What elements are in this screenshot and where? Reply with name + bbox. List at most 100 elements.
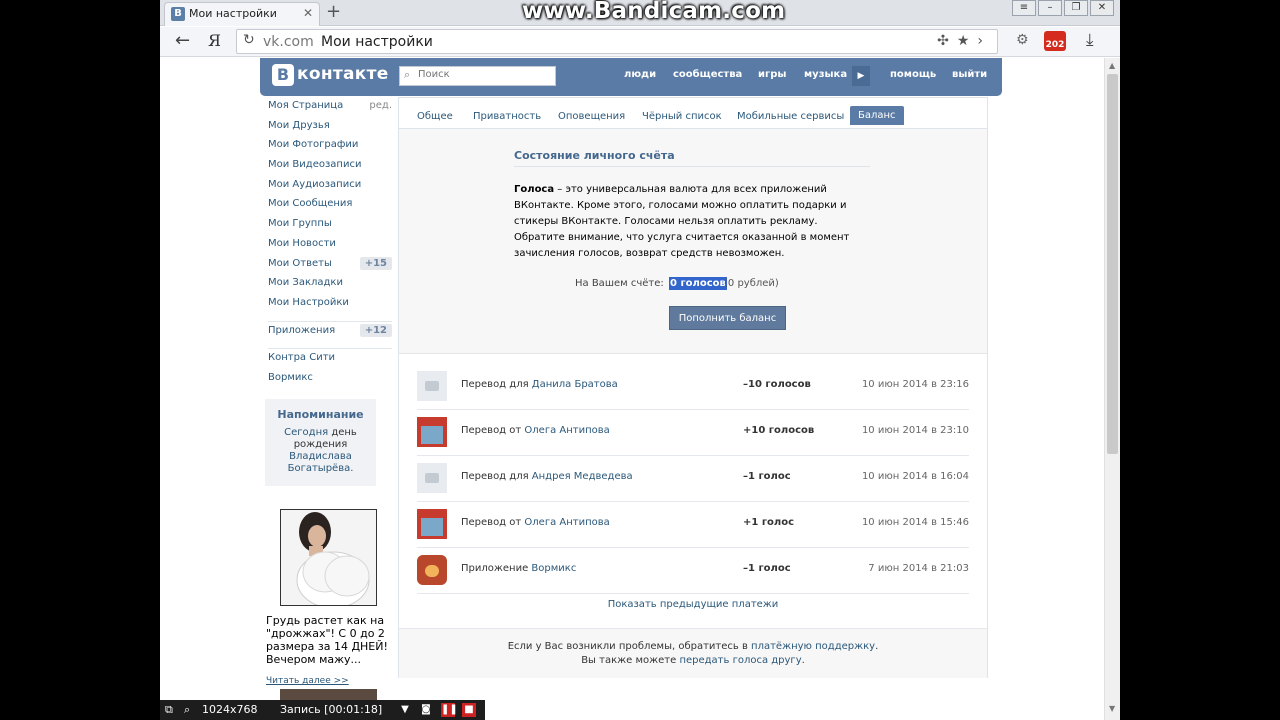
tab-blacklist[interactable]: Чёрный список [642,111,722,122]
chevron-right-icon[interactable]: › [977,33,991,49]
transaction-type: Перевод для [461,471,529,482]
tab-notifications[interactable]: Оповещения [558,111,625,122]
balance-panel: Состояние личного счёта Голоса – это уни… [399,129,987,354]
address-bar[interactable]: ↻ vk.com Мои настройки ✣★› [236,29,998,54]
camera-icon[interactable] [417,463,447,493]
show-previous-payments-link[interactable]: Показать предыдущие платежи [399,599,987,610]
camera-icon[interactable] [417,371,447,401]
new-tab-button[interactable]: + [326,1,341,22]
restore-icon[interactable]: ❐ [1064,0,1088,16]
transaction-date: 10 июн 2014 в 16:04 [861,471,969,482]
menu-app-wormix[interactable]: Вормикс [268,372,392,392]
transaction-row: Перевод от Олега Антипова +10 голосов 10… [417,410,969,456]
menu-label[interactable]: Мои Новости [268,238,336,249]
browser-tab[interactable]: В Мои настройки ✕ [164,2,320,26]
search-box[interactable]: ⌕ [399,66,556,86]
app-icon[interactable] [417,555,447,585]
yandex-button[interactable]: Я [208,31,221,50]
ad-image[interactable] [280,509,377,606]
transaction-amount: –1 голос [743,471,791,482]
reload-icon[interactable]: ↻ [243,32,255,48]
user-avatar[interactable] [417,509,447,539]
menu-videos[interactable]: Мои Видеозаписи [268,159,392,179]
nav-communities[interactable]: сообщества [673,69,742,80]
ad-read-more-link[interactable]: Читать далее >> [266,676,349,686]
tab-balance[interactable]: Баланс [850,106,904,125]
vk-logo-icon[interactable]: В [272,64,294,86]
nav-people[interactable]: люди [624,69,656,80]
music-play-icon[interactable]: ▶ [852,66,870,86]
menu-friends[interactable]: Мои Друзья [268,120,392,140]
scroll-down-icon[interactable]: ▼ [1109,704,1115,713]
menu-bookmarks[interactable]: Мои Закладки [268,277,392,297]
download-icon[interactable]: ⤓ [1086,30,1094,50]
tab-mobile[interactable]: Мобильные сервисы [737,111,844,122]
page-scrollbar[interactable]: ▲ ▼ [1104,58,1120,720]
menu-label[interactable]: Моя Страница [268,100,343,111]
menu-answers[interactable]: Мои Ответы +15 [268,256,392,278]
menu-label[interactable]: Приложения [268,325,335,336]
tab-privacy[interactable]: Приватность [473,111,541,122]
transaction-user-link[interactable]: Олега Антипова [524,517,609,528]
recorder-dropdown-icon[interactable]: ▼ [398,703,412,717]
menu-label[interactable]: Мои Аудиозаписи [268,179,361,190]
menu-label[interactable]: Мои Видеозаписи [268,159,361,170]
transaction-row: Перевод для Данила Братова –10 голосов 1… [417,364,969,410]
transaction-user-link[interactable]: Олега Антипова [524,425,609,436]
menu-apps[interactable]: Приложения +12 [268,323,392,345]
menu-messages[interactable]: Мои Сообщения [268,198,392,218]
menu-settings[interactable]: Мои Настройки [268,297,392,317]
scrollbar-thumb[interactable] [1107,74,1118,454]
recorder-search-icon[interactable]: ⌕ [184,703,190,717]
close-window-icon[interactable]: ✕ [1090,0,1114,16]
menu-groups[interactable]: Мои Группы [268,218,392,238]
recorder-window-icon[interactable]: ⧉ [165,703,173,717]
menu-photos[interactable]: Мои Фотографии [268,139,392,159]
search-input[interactable] [418,69,548,80]
edit-link[interactable]: ред. [369,100,392,111]
nav-games[interactable]: игры [758,69,786,80]
menu-my-page[interactable]: Моя Страница ред. [268,100,392,120]
top-up-balance-button[interactable]: Пополнить баланс [669,306,786,330]
extension-icon[interactable]: ⚙ [1016,32,1029,48]
transaction-app-link[interactable]: Вормикс [531,563,576,574]
reminder-person-link[interactable]: Владислава Богатырёва. [288,451,354,474]
vk-logo-text[interactable]: контакте [297,64,389,84]
menu-label[interactable]: Контра Сити [268,352,335,363]
menu-news[interactable]: Мои Новости [268,238,392,258]
menu-audio[interactable]: Мои Аудиозаписи [268,179,392,199]
menu-label[interactable]: Мои Группы [268,218,332,229]
puzzle-icon[interactable]: ✣ [937,33,957,49]
menu-label[interactable]: Мои Друзья [268,120,330,131]
recorder-stop-icon[interactable]: ■ [462,703,476,717]
menu-label[interactable]: Мои Фотографии [268,139,358,150]
menu-icon[interactable]: ≡ [1012,0,1036,16]
footer-punct: . [875,641,879,652]
transaction-date: 10 июн 2014 в 15:46 [861,517,969,528]
notification-badge[interactable]: 202 [1044,31,1066,51]
bookmark-star-icon[interactable]: ★ [957,33,978,49]
tab-close-icon[interactable]: ✕ [303,6,313,20]
ad-title-link[interactable]: Грудь растет как на "дрожжах"! С 0 до 2 … [266,614,390,666]
menu-label[interactable]: Мои Настройки [268,297,349,308]
scroll-up-icon[interactable]: ▲ [1109,61,1115,70]
menu-label[interactable]: Вормикс [268,372,313,383]
transaction-user-link[interactable]: Данила Братова [532,379,618,390]
minimize-icon[interactable]: – [1038,0,1062,16]
recorder-pause-icon[interactable]: ❚❚ [441,703,458,717]
nav-music[interactable]: музыка [804,69,847,80]
nav-logout[interactable]: выйти [952,69,987,80]
nav-help[interactable]: помощь [890,69,936,80]
recorder-camera-icon[interactable]: ◙ [419,703,433,717]
transfer-votes-link[interactable]: передать голоса другу [679,655,801,666]
transaction-user-link[interactable]: Андрея Медведева [532,471,633,482]
menu-app-kontra-city[interactable]: Контра Сити [268,352,392,372]
payment-support-link[interactable]: платёжную поддержку [751,641,875,652]
reminder-today-link[interactable]: Сегодня [284,427,328,438]
menu-label[interactable]: Мои Закладки [268,277,343,288]
menu-label[interactable]: Мои Сообщения [268,198,352,209]
user-avatar[interactable] [417,417,447,447]
menu-label[interactable]: Мои Ответы [268,258,332,269]
back-arrow-icon[interactable]: ← [175,30,190,51]
tab-general[interactable]: Общее [417,111,453,122]
